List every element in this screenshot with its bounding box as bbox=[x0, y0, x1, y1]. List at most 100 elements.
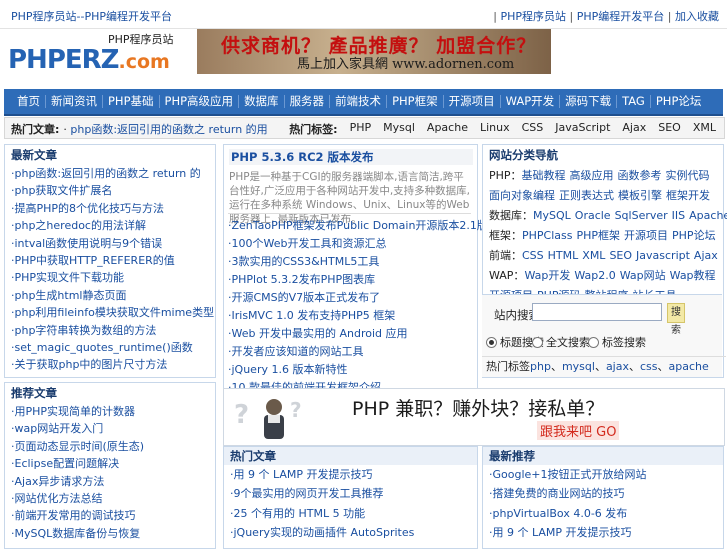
nav-item[interactable]: PHP基础 bbox=[103, 95, 160, 108]
list-item[interactable]: ·用 9 个 LAMP 开发提示技巧 bbox=[230, 465, 477, 484]
category-link[interactable]: Ajax bbox=[694, 249, 718, 262]
search-option-fulltext[interactable]: 全文搜索 bbox=[532, 334, 590, 350]
category-link[interactable]: 基础教程 bbox=[522, 169, 566, 182]
list-item[interactable]: ·提高PHP的8个优化技巧与方法 bbox=[11, 200, 215, 217]
nav-item[interactable]: 新闻资讯 bbox=[46, 95, 103, 108]
nav-item[interactable]: PHP框架 bbox=[387, 95, 444, 108]
part-time-ad[interactable]: ? ? PHP 兼职？赚外块？接私单？ 跟我来吧 GO bbox=[223, 388, 725, 446]
list-item[interactable]: ·搭建免费的商业网站的技巧 bbox=[489, 484, 723, 503]
tag-link[interactable]: ajax bbox=[606, 360, 629, 373]
tag-link[interactable]: apache bbox=[669, 360, 709, 373]
category-link[interactable]: SEO bbox=[609, 249, 632, 262]
top-link-platform[interactable]: PHP编程开发平台 bbox=[577, 10, 665, 23]
list-item[interactable]: ·jQuery实现的动画插件 AutoSprites bbox=[230, 523, 477, 542]
tag-link[interactable]: php bbox=[530, 360, 551, 373]
hot-keyword-link[interactable]: CSS bbox=[522, 121, 544, 137]
list-item[interactable]: ·前端开发常用的调试技巧 bbox=[11, 507, 215, 524]
nav-item[interactable]: 源码下载 bbox=[560, 95, 618, 108]
list-item[interactable]: ·100个Web开发工具和资源汇总 bbox=[228, 235, 499, 253]
list-item[interactable]: ·IrisMVC 1.0 发布支持PHP5 框架 bbox=[228, 307, 499, 325]
category-link[interactable]: SqlServer bbox=[615, 209, 668, 222]
list-item[interactable]: ·set_magic_quotes_runtime()函数 bbox=[11, 339, 215, 356]
search-button[interactable]: 搜索 bbox=[667, 303, 685, 336]
list-item[interactable]: ·phpVirtualBox 4.0-6 发布 bbox=[489, 504, 723, 523]
category-link[interactable]: 高级应用 bbox=[570, 169, 614, 182]
header-ad-banner[interactable]: 供求商机？ 產品推廣？ 加盟合作？ 馬上加入家具網 www.adornen.co… bbox=[197, 29, 551, 74]
site-home-link[interactable]: PHP程序员站--PHP编程开发平台 bbox=[11, 8, 172, 24]
category-link[interactable]: Wap教程 bbox=[670, 269, 716, 282]
category-link[interactable]: 框架开发 bbox=[666, 189, 710, 202]
hot-keyword-link[interactable]: Linux bbox=[480, 121, 510, 137]
nav-item[interactable]: TAG bbox=[617, 95, 651, 108]
top-link-home[interactable]: PHP程序员站 bbox=[501, 10, 567, 23]
list-item[interactable]: ·wap网站开发入门 bbox=[11, 420, 215, 437]
search-input[interactable] bbox=[532, 303, 662, 321]
list-item[interactable]: ·php之heredoc的用法详解 bbox=[11, 217, 215, 234]
nav-item[interactable]: 服务器 bbox=[285, 95, 331, 108]
list-item[interactable]: ·php利用fileinfo模块获取文件mime类型 bbox=[11, 304, 215, 321]
nav-item[interactable]: PHP高级应用 bbox=[160, 95, 240, 108]
hot-keyword-link[interactable]: Mysql bbox=[383, 121, 415, 137]
nav-item[interactable]: 数据库 bbox=[239, 95, 285, 108]
tag-link[interactable]: mysql bbox=[562, 360, 595, 373]
hot-keyword-link[interactable]: Apache bbox=[427, 121, 468, 137]
list-item[interactable]: ·Google+1按钮正式开放给网站 bbox=[489, 465, 723, 484]
category-link[interactable]: Javascript bbox=[636, 249, 690, 262]
category-link[interactable]: PHP论坛 bbox=[672, 229, 716, 242]
category-link[interactable]: Oracle bbox=[575, 209, 611, 222]
hot-keyword-link[interactable]: SEO bbox=[658, 121, 681, 137]
category-link[interactable]: PHPClass bbox=[522, 229, 572, 242]
nav-item[interactable]: 前端技术 bbox=[330, 95, 388, 108]
category-link[interactable]: Apache bbox=[689, 209, 727, 222]
nav-item[interactable]: 开源项目 bbox=[444, 95, 501, 108]
category-link[interactable]: IIS bbox=[672, 209, 685, 222]
list-item[interactable]: ·intval函数使用说明与9个错误 bbox=[11, 235, 215, 252]
category-link[interactable]: MySQL bbox=[533, 209, 571, 222]
nav-item[interactable]: PHP论坛 bbox=[651, 95, 707, 108]
list-item[interactable]: ·9个最实用的网页开发工具推荐 bbox=[230, 484, 477, 503]
category-link[interactable]: Wap网站 bbox=[620, 269, 666, 282]
hot-keyword-link[interactable]: Ajax bbox=[622, 121, 646, 137]
list-item[interactable]: ·Web 开发中最实用的 Android 应用 bbox=[228, 325, 499, 343]
list-item[interactable]: ·php函数:返回引用的函数之 return 的 bbox=[11, 165, 215, 182]
list-item[interactable]: ·Eclipse配置问题解决 bbox=[11, 455, 215, 472]
nav-item[interactable]: WAP开发 bbox=[501, 95, 561, 108]
tag-link[interactable]: css bbox=[640, 360, 658, 373]
list-item[interactable]: ·php字符串转换为数组的方法 bbox=[11, 322, 215, 339]
category-link[interactable]: 实例代码 bbox=[666, 169, 710, 182]
list-item[interactable]: ·25 个有用的 HTML 5 功能 bbox=[230, 504, 477, 523]
list-item[interactable]: ·Ajax异步请求方法 bbox=[11, 473, 215, 490]
category-link[interactable]: XML bbox=[582, 249, 605, 262]
category-link[interactable]: 正则表达式 bbox=[559, 189, 614, 202]
list-item[interactable]: ·开源CMS的V7版本正式发布了 bbox=[228, 289, 499, 307]
hot-keyword-link[interactable]: XML bbox=[693, 121, 716, 137]
list-item[interactable]: ·用 9 个 LAMP 开发提示技巧 bbox=[489, 523, 723, 542]
list-item[interactable]: ·开发者应该知道的网站工具 bbox=[228, 343, 499, 361]
featured-title[interactable]: PHP 5.3.6 RC2 版本发布 bbox=[229, 149, 473, 165]
hot-article-link[interactable]: php函数:返回引用的函数之 return 的用 bbox=[70, 123, 267, 136]
top-link-favorite[interactable]: 加入收藏 bbox=[675, 10, 719, 23]
category-link[interactable]: Wap开发 bbox=[524, 269, 570, 282]
list-item[interactable]: ·PHP中获取HTTP_REFERER的值 bbox=[11, 252, 215, 269]
category-link[interactable]: 函数参考 bbox=[618, 169, 662, 182]
list-item[interactable]: ·PHP实现文件下载功能 bbox=[11, 269, 215, 286]
list-item[interactable]: ·3款实用的CSS3&HTML5工具 bbox=[228, 253, 499, 271]
list-item[interactable]: ·页面动态显示时间(原生态) bbox=[11, 438, 215, 455]
category-link[interactable]: CSS bbox=[522, 249, 544, 262]
list-item[interactable]: ·网站优化方法总结 bbox=[11, 490, 215, 507]
category-link[interactable]: Wap2.0 bbox=[574, 269, 615, 282]
ad-cta[interactable]: 跟我来吧 GO bbox=[537, 421, 620, 440]
list-item[interactable]: ·jQuery 1.6 版本新特性 bbox=[228, 361, 499, 379]
site-logo[interactable]: PHPERZ.com bbox=[8, 45, 170, 79]
hot-keyword-link[interactable]: PHP bbox=[350, 121, 372, 137]
list-item[interactable]: ·PHPlot 5.3.2发布PHP图表库 bbox=[228, 271, 499, 289]
category-link[interactable]: PHP框架 bbox=[576, 229, 620, 242]
category-link[interactable]: 模板引擎 bbox=[618, 189, 662, 202]
category-link[interactable]: 开源项目 bbox=[624, 229, 668, 242]
list-item[interactable]: ·php获取文件扩展名 bbox=[11, 182, 215, 199]
list-item[interactable]: ·用PHP实现简单的计数器 bbox=[11, 403, 215, 420]
category-link[interactable]: HTML bbox=[548, 249, 579, 262]
search-option-tag[interactable]: 标签搜索 bbox=[588, 334, 646, 350]
list-item[interactable]: ·关于获取php中的图片尺寸方法 bbox=[11, 356, 215, 373]
list-item[interactable]: ·ZenTaoPHP框架发布Public Domain开源版本2.1版本 bbox=[228, 217, 499, 235]
